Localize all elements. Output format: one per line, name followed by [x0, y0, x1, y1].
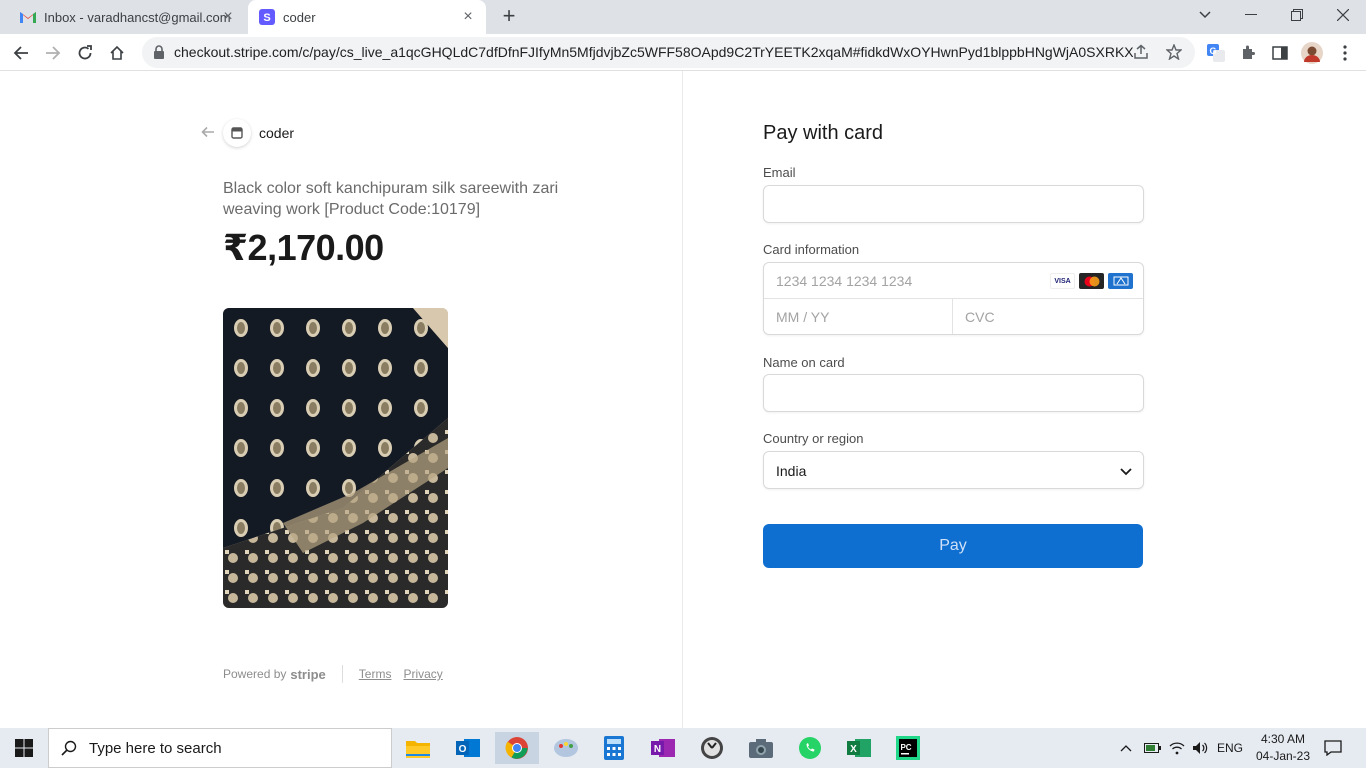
wifi-icon[interactable] — [1169, 728, 1185, 768]
new-tab-icon[interactable]: + — [498, 5, 520, 28]
browser-toolbar: checkout.stripe.com/c/pay/cs_live_a1qcGH… — [0, 34, 1366, 71]
svg-text:S: S — [263, 12, 270, 24]
clock-date: 04-Jan-23 — [1255, 749, 1311, 763]
email-label: Email — [763, 165, 796, 180]
stripe-logo[interactable]: stripe — [290, 667, 325, 682]
pycharm-icon[interactable]: PC — [886, 732, 930, 764]
language-indicator[interactable]: ENG — [1217, 728, 1243, 768]
card-info-group: 1234 1234 1234 1234 VISA MM / YY CVC — [763, 262, 1144, 335]
back-icon[interactable] — [8, 40, 34, 66]
form-title: Pay with card — [763, 122, 884, 144]
svg-text:N: N — [654, 744, 661, 755]
country-select[interactable]: India — [763, 451, 1144, 489]
side-panel-icon[interactable] — [1267, 40, 1293, 66]
clock-time: 4:30 AM — [1260, 732, 1306, 746]
expiry-field[interactable]: MM / YY — [764, 299, 953, 334]
svg-text:G: G — [1209, 46, 1216, 56]
svg-text:PC: PC — [900, 743, 911, 752]
clock-app-icon[interactable] — [690, 732, 734, 764]
search-icon — [61, 740, 77, 756]
menu-kebab-icon[interactable] — [1332, 40, 1358, 66]
volume-icon[interactable] — [1192, 728, 1208, 768]
card-info-label: Card information — [763, 242, 860, 257]
pay-button[interactable]: Pay — [763, 524, 1143, 568]
product-name: Black color soft kanchipuram silk sareew… — [223, 180, 559, 218]
extensions-icon[interactable] — [1235, 40, 1261, 66]
footer-divider — [341, 665, 343, 683]
camera-icon[interactable] — [739, 732, 783, 764]
tab-search-icon[interactable] — [1182, 0, 1228, 30]
tab-strip: Inbox - varadhancst@gmail.com × S coder … — [0, 0, 1366, 34]
product-image — [223, 308, 448, 608]
name-on-card-field[interactable] — [763, 374, 1144, 412]
cvc-placeholder: CVC — [965, 309, 995, 325]
url-text: checkout.stripe.com/c/pay/cs_live_a1qcGH… — [174, 44, 1134, 60]
terms-link[interactable]: Terms — [359, 667, 392, 681]
forward-icon[interactable] — [40, 40, 66, 66]
profile-avatar[interactable] — [1299, 40, 1325, 66]
taskbar: Type here to search O N X PC ENG 4:30 AM… — [0, 728, 1366, 768]
chrome-icon[interactable] — [495, 732, 539, 764]
checkout-footer: Powered by stripe Terms Privacy — [223, 665, 455, 683]
country-value: India — [776, 463, 807, 479]
outlook-icon[interactable]: O — [446, 732, 490, 764]
card-number-placeholder: 1234 1234 1234 1234 — [776, 273, 913, 289]
search-placeholder: Type here to search — [89, 739, 222, 757]
cvc-field[interactable]: CVC — [953, 299, 1143, 334]
expiry-placeholder: MM / YY — [776, 309, 830, 325]
windows-start-icon[interactable] — [0, 728, 48, 768]
translate-icon[interactable]: G — [1203, 40, 1229, 66]
order-summary-pane: coder Black color soft kanchipuram silk … — [0, 71, 683, 728]
onenote-icon[interactable]: N — [641, 732, 685, 764]
paint-app-icon[interactable] — [544, 732, 588, 764]
show-hidden-icons[interactable] — [1120, 728, 1132, 768]
card-brands: VISA — [1050, 273, 1133, 289]
checkout-page: coder Black color soft kanchipuram silk … — [0, 71, 1366, 728]
payment-form-pane: Pay with card Email Card information 123… — [684, 71, 1366, 728]
address-bar[interactable]: checkout.stripe.com/c/pay/cs_live_a1qcGH… — [142, 37, 1195, 68]
close-tab-icon[interactable]: × — [460, 9, 476, 25]
merchant-logo-icon — [223, 119, 251, 147]
chevron-down-icon — [1119, 464, 1133, 478]
email-field[interactable] — [763, 185, 1144, 223]
notifications-icon[interactable] — [1324, 728, 1342, 768]
tab-title: coder — [283, 9, 316, 25]
tab-title: Inbox - varadhancst@gmail.com — [44, 9, 231, 25]
merchant-name: coder — [259, 125, 295, 141]
restore-icon[interactable] — [1274, 0, 1320, 30]
powered-by-text: Powered by — [223, 667, 287, 681]
battery-icon[interactable] — [1144, 728, 1162, 768]
system-clock[interactable]: 4:30 AM 04-Jan-23 — [1248, 731, 1318, 765]
mastercard-icon — [1079, 273, 1104, 289]
file-explorer-icon[interactable] — [396, 732, 440, 764]
excel-icon[interactable]: X — [837, 732, 881, 764]
bookmark-star-icon[interactable] — [1165, 43, 1183, 65]
visa-icon: VISA — [1050, 273, 1075, 289]
tab-coder[interactable]: S coder × — [248, 0, 486, 34]
privacy-link[interactable]: Privacy — [403, 667, 442, 681]
reload-icon[interactable] — [72, 40, 98, 66]
calculator-icon[interactable] — [592, 732, 636, 764]
close-tab-icon[interactable]: × — [220, 9, 236, 25]
gmail-icon — [20, 9, 36, 25]
country-label: Country or region — [763, 431, 864, 446]
minimize-icon[interactable] — [1228, 0, 1274, 30]
stripe-icon: S — [259, 9, 275, 25]
share-icon[interactable] — [1133, 44, 1149, 65]
close-window-icon[interactable] — [1320, 0, 1366, 30]
svg-text:O: O — [459, 744, 467, 755]
tab-gmail[interactable]: Inbox - varadhancst@gmail.com × — [8, 0, 246, 34]
taskbar-search[interactable]: Type here to search — [48, 728, 392, 768]
card-number-field[interactable]: 1234 1234 1234 1234 VISA — [764, 263, 1143, 299]
name-on-card-label: Name on card — [763, 355, 845, 370]
product-price: ₹2,170.00 — [223, 227, 384, 268]
amex-icon — [1108, 273, 1133, 289]
whatsapp-icon[interactable] — [788, 732, 832, 764]
home-icon[interactable] — [104, 40, 130, 66]
lock-icon[interactable] — [153, 45, 165, 59]
svg-text:X: X — [850, 744, 857, 755]
back-arrow-icon[interactable] — [201, 125, 217, 141]
